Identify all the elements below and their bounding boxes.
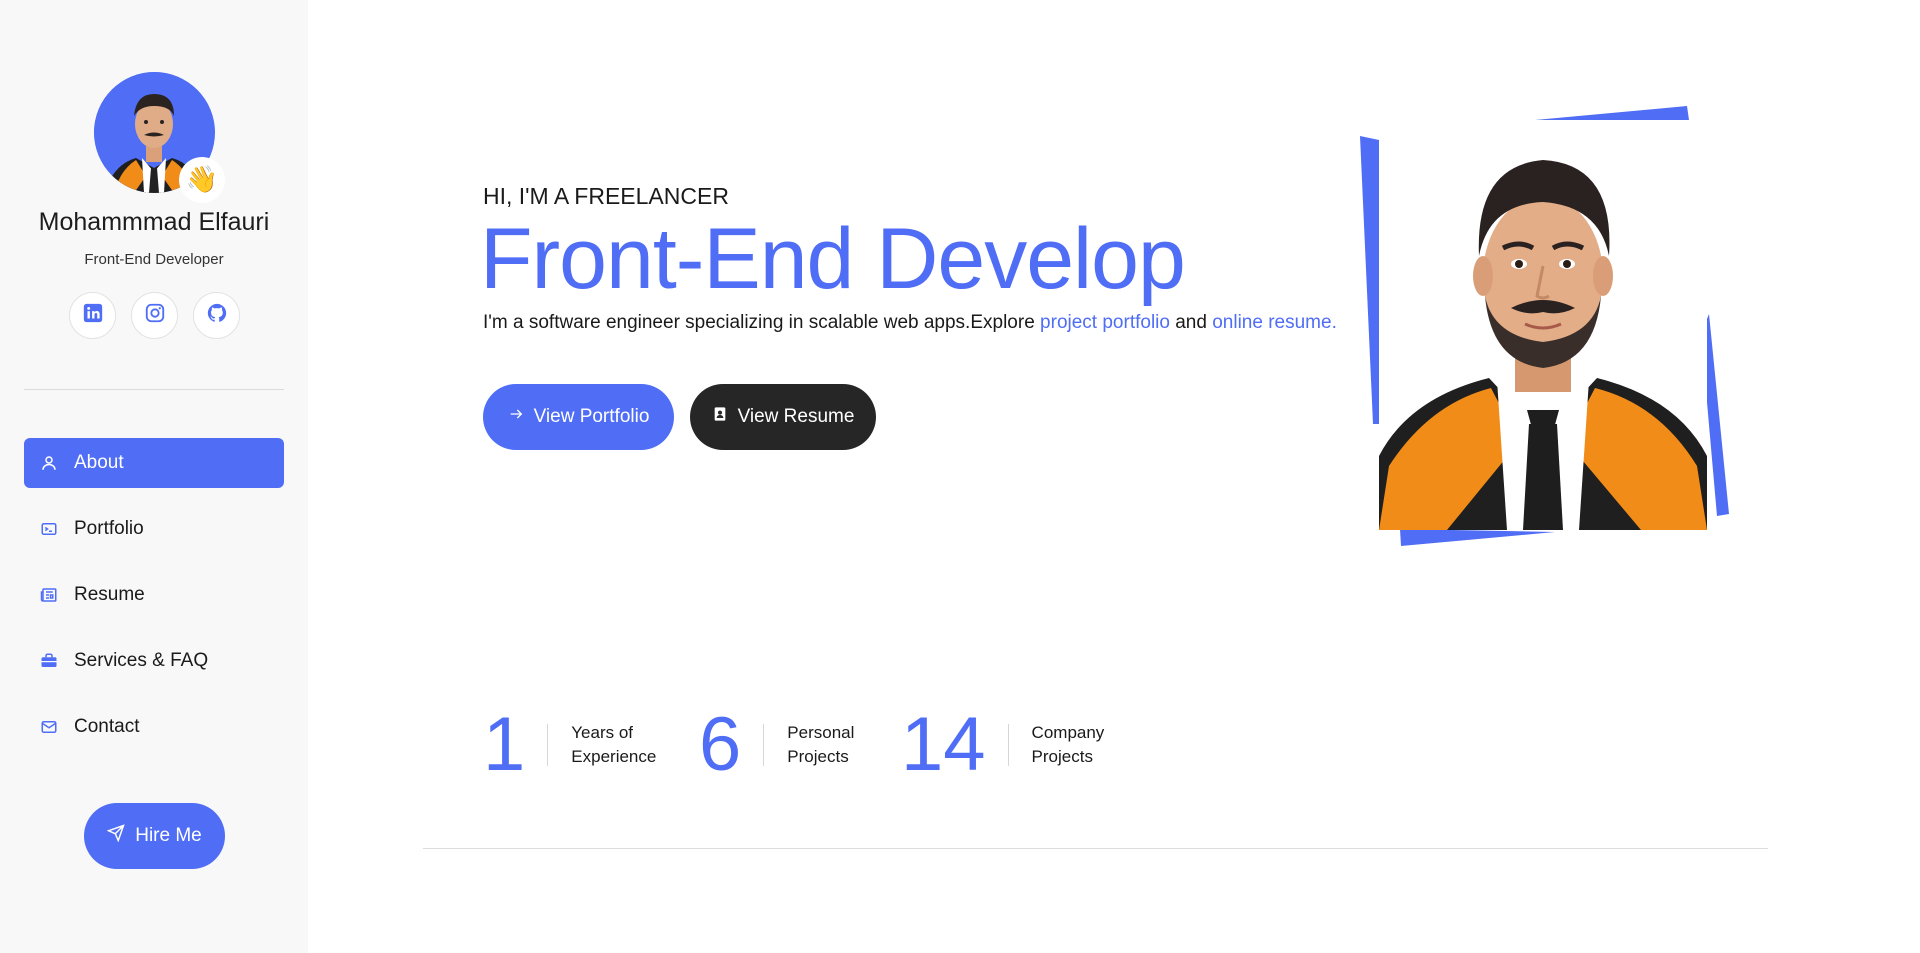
stat-label-line2: Projects [787,747,849,766]
hero-portrait-image [1379,136,1707,530]
hero-description-text: I'm a software engineer specializing in … [483,312,1041,333]
hire-me-label: Hire Me [135,825,202,846]
sidebar-nav: About Portfolio Resume Services & FAQ Co… [24,438,284,768]
stat-personal-projects: 6 Personal Projects [699,705,897,785]
social-links [69,292,240,339]
stat-separator [547,724,549,766]
envelope-icon [40,718,58,736]
hero-intro: HI, I'M A FREELANCER [483,183,729,209]
stat-separator [763,724,765,766]
project-portfolio-link[interactable]: project portfolio [1040,312,1170,333]
stat-label-line2: Projects [1031,747,1093,766]
view-portfolio-label: View Portfolio [533,406,650,427]
view-resume-button[interactable]: View Resume [690,384,876,450]
sidebar-divider [24,389,284,390]
sidebar-item-label: Contact [74,716,140,737]
online-resume-link[interactable]: online resume. [1212,312,1337,333]
instagram-icon [144,302,166,329]
sidebar-item-about[interactable]: About [24,438,284,488]
stat-years-experience: 1 Years of Experience [483,705,681,785]
stat-separator [1007,724,1009,766]
briefcase-icon [40,652,58,670]
sidebar-item-label: Portfolio [74,518,144,539]
sidebar-item-portfolio[interactable]: Portfolio [24,504,284,554]
stat-label-line2: Experience [571,747,657,766]
hero-description: I'm a software engineer specializing in … [483,312,1337,334]
send-icon [106,824,125,848]
view-resume-label: View Resume [737,406,855,427]
sidebar-item-label: About [74,452,124,473]
avatar-wrap: 👋 [94,72,225,203]
wave-emoji-icon: 👋 [179,157,225,203]
newspaper-icon [40,586,58,604]
stat-label-line1: Company [1031,723,1105,742]
section-divider [423,848,1768,849]
stat-value: 1 [483,702,526,787]
hero-description-and: and [1169,312,1213,333]
sidebar-item-resume[interactable]: Resume [24,570,284,620]
sidebar-item-services[interactable]: Services & FAQ [24,636,284,686]
instagram-link[interactable] [131,292,178,339]
linkedin-icon [82,302,104,329]
sidebar-item-label: Services & FAQ [74,650,209,671]
stat-label: Company Projects [1032,721,1142,769]
profile-role: Front-End Developer [84,251,224,268]
hero-photo-area [1355,104,1730,549]
arrow-right-icon [508,406,524,428]
hero-headline: Front-End Develop [480,211,1186,307]
stat-value: 14 [901,702,986,787]
stat-label-line1: Personal [787,723,855,742]
stat-value: 6 [699,702,742,787]
user-icon [40,454,58,472]
github-link[interactable] [193,292,240,339]
view-portfolio-button[interactable]: View Portfolio [483,384,674,450]
sidebar-item-label: Resume [74,584,145,605]
stat-label-line1: Years of [571,723,634,742]
terminal-icon [40,520,58,538]
contact-card-icon [712,406,728,428]
profile-name: Mohammmad Elfauri [38,208,270,236]
sidebar-item-contact[interactable]: Contact [24,702,284,752]
linkedin-link[interactable] [69,292,116,339]
stat-label: Years of Experience [571,721,681,769]
github-icon [206,302,228,329]
stat-company-projects: 14 Company Projects [901,705,1142,785]
sidebar: 👋 Mohammmad Elfauri Front-End Developer … [0,0,308,953]
hire-me-button[interactable]: Hire Me [84,803,225,869]
stat-label: Personal Projects [787,721,897,769]
